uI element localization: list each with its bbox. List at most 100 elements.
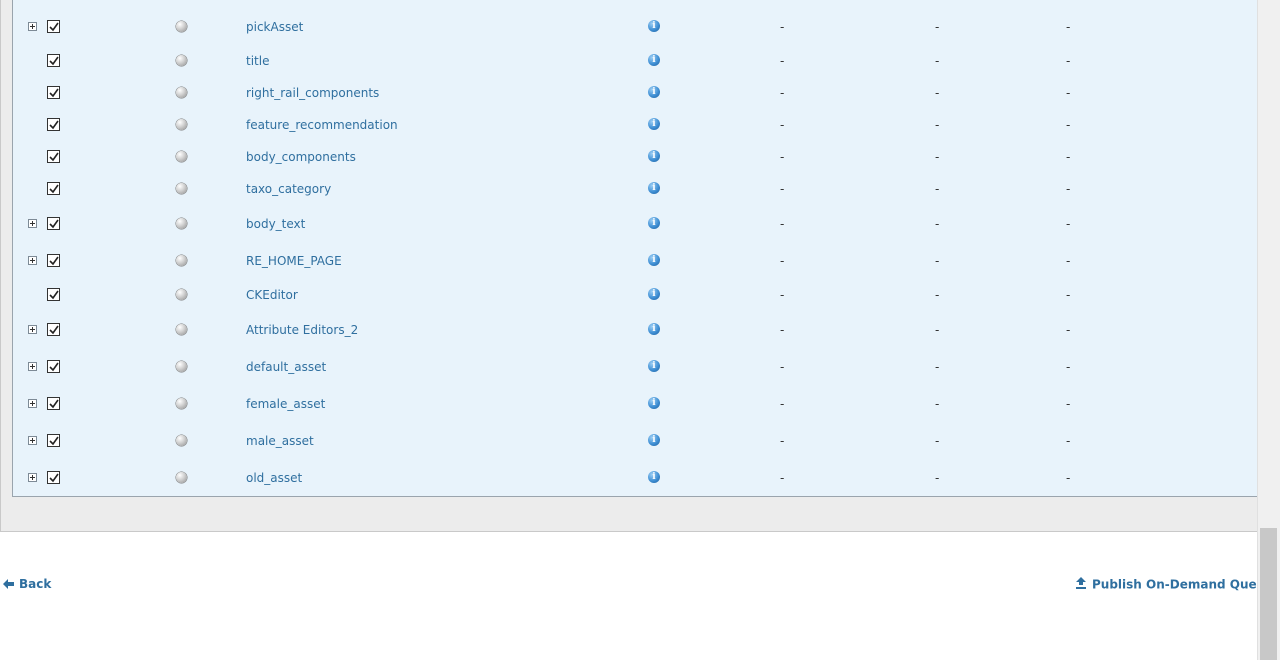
expand-plus-icon[interactable] (28, 362, 37, 371)
row-name-link[interactable]: RE_HOME_PAGE (246, 254, 342, 268)
info-icon[interactable]: i (648, 471, 660, 483)
row-col2-value: - (935, 54, 940, 68)
expand-plus-icon[interactable] (28, 473, 37, 482)
row-col2-value: - (935, 20, 940, 34)
tree-row[interactable]: Attribute Editors_2 i - - - (13, 320, 1258, 340)
info-icon[interactable]: i (648, 397, 660, 409)
row-col3-value: - (1066, 217, 1071, 231)
row-checkbox[interactable] (47, 434, 60, 447)
tree-row[interactable]: right_rail_components i - - - (13, 83, 1258, 103)
row-checkbox[interactable] (47, 471, 60, 484)
info-icon[interactable]: i (648, 217, 660, 229)
tree-row[interactable]: female_asset i - - - (13, 394, 1258, 414)
status-dot-icon (176, 151, 187, 162)
info-icon[interactable]: i (648, 182, 660, 194)
status-dot-icon (176, 361, 187, 372)
row-name-link[interactable]: male_asset (246, 434, 314, 448)
row-name-link[interactable]: old_asset (246, 471, 302, 485)
row-col2-value: - (935, 471, 940, 485)
row-checkbox[interactable] (47, 86, 60, 99)
expand-plus-icon[interactable] (28, 256, 37, 265)
row-checkbox[interactable] (47, 288, 60, 301)
row-col3-value: - (1066, 150, 1071, 164)
row-col3-value: - (1066, 86, 1071, 100)
row-col3-value: - (1066, 20, 1071, 34)
publish-on-demand-queue-link[interactable]: Publish On-Demand Queue (1075, 577, 1273, 593)
tree-row[interactable]: body_components i - - - (13, 147, 1258, 167)
row-name-link[interactable]: taxo_category (246, 182, 331, 196)
info-icon[interactable]: i (648, 288, 660, 300)
row-col2-value: - (935, 118, 940, 132)
row-col1-value: - (780, 288, 785, 302)
back-arrow-icon (3, 578, 14, 592)
row-col2-value: - (935, 323, 940, 337)
row-checkbox[interactable] (47, 118, 60, 131)
row-col2-value: - (935, 288, 940, 302)
row-checkbox[interactable] (47, 182, 60, 195)
row-name-link[interactable]: right_rail_components (246, 86, 379, 100)
status-dot-icon (176, 398, 187, 409)
row-col1-value: - (780, 20, 785, 34)
tree-row[interactable]: taxo_category i - - - (13, 179, 1258, 199)
tree-row[interactable]: old_asset i - - - (13, 468, 1258, 488)
row-col2-value: - (935, 86, 940, 100)
status-dot-icon (176, 21, 187, 32)
row-col3-value: - (1066, 254, 1071, 268)
row-col1-value: - (780, 150, 785, 164)
info-icon[interactable]: i (648, 360, 660, 372)
expand-plus-icon[interactable] (28, 219, 37, 228)
row-checkbox[interactable] (47, 150, 60, 163)
row-name-link[interactable]: female_asset (246, 397, 325, 411)
info-icon[interactable]: i (648, 150, 660, 162)
row-checkbox[interactable] (47, 360, 60, 373)
status-dot-icon (176, 55, 187, 66)
info-icon[interactable]: i (648, 434, 660, 446)
tree-row[interactable]: default_asset i - - - (13, 357, 1258, 377)
info-icon[interactable]: i (648, 20, 660, 32)
tree-row[interactable]: male_asset i - - - (13, 431, 1258, 451)
expand-plus-icon[interactable] (28, 325, 37, 334)
row-checkbox[interactable] (47, 54, 60, 67)
row-name-link[interactable]: CKEditor (246, 288, 298, 302)
tree-row[interactable]: RE_HOME_PAGE i - - - (13, 251, 1258, 271)
row-col2-value: - (935, 397, 940, 411)
tree-row[interactable]: feature_recommendation i - - - (13, 115, 1258, 135)
row-col2-value: - (935, 182, 940, 196)
row-name-link[interactable]: body_text (246, 217, 305, 231)
info-icon[interactable]: i (648, 86, 660, 98)
row-col3-value: - (1066, 118, 1071, 132)
status-dot-icon (176, 218, 187, 229)
row-name-link[interactable]: default_asset (246, 360, 326, 374)
info-icon[interactable]: i (648, 323, 660, 335)
row-checkbox[interactable] (47, 254, 60, 267)
tree-row[interactable]: body_text i - - - (13, 214, 1258, 234)
status-dot-icon (176, 87, 187, 98)
vertical-scrollbar[interactable] (1257, 0, 1280, 660)
expand-plus-icon[interactable] (28, 22, 37, 31)
row-col1-value: - (780, 217, 785, 231)
row-col2-value: - (935, 434, 940, 448)
expand-plus-icon[interactable] (28, 399, 37, 408)
row-col3-value: - (1066, 288, 1071, 302)
back-link[interactable]: Back (3, 577, 51, 592)
row-checkbox[interactable] (47, 20, 60, 33)
info-icon[interactable]: i (648, 54, 660, 66)
row-checkbox[interactable] (47, 323, 60, 336)
row-name-link[interactable]: Attribute Editors_2 (246, 323, 358, 337)
scroll-thumb[interactable] (1260, 528, 1277, 660)
row-name-link[interactable]: pickAsset (246, 20, 303, 34)
info-icon[interactable]: i (648, 254, 660, 266)
info-icon[interactable]: i (648, 118, 660, 130)
row-col1-value: - (780, 360, 785, 374)
row-checkbox[interactable] (47, 217, 60, 230)
expand-plus-icon[interactable] (28, 436, 37, 445)
status-dot-icon (176, 435, 187, 446)
tree-row[interactable]: pickAsset i - - - (13, 17, 1258, 37)
row-col1-value: - (780, 86, 785, 100)
row-name-link[interactable]: title (246, 54, 269, 68)
row-checkbox[interactable] (47, 397, 60, 410)
tree-row[interactable]: title i - - - (13, 51, 1258, 71)
row-name-link[interactable]: body_components (246, 150, 356, 164)
tree-row[interactable]: CKEditor i - - - (13, 285, 1258, 305)
row-name-link[interactable]: feature_recommendation (246, 118, 398, 132)
